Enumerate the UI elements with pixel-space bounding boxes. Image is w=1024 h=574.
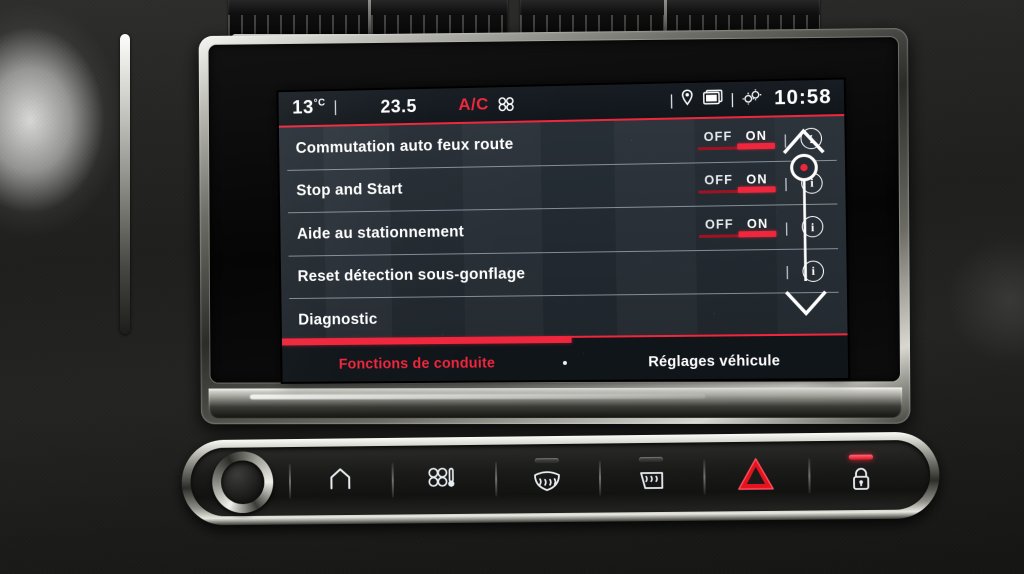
tab-progress-bar xyxy=(282,337,572,346)
tab-fonctions-de-conduite[interactable]: Fonctions de conduite xyxy=(339,355,496,374)
fan-icon[interactable] xyxy=(497,96,517,112)
tab-label-active: Fonctions de conduite xyxy=(339,356,496,373)
temperature-unit: °C xyxy=(314,98,326,109)
status-bar-left: 13°C | 23.5 A/C xyxy=(278,93,516,120)
toggle-option-off[interactable]: OFF xyxy=(702,129,735,150)
location-pin-icon[interactable] xyxy=(681,89,694,111)
toggle-switch[interactable]: OFF ON xyxy=(702,172,770,195)
hazard-button[interactable] xyxy=(703,441,809,511)
toggle-option-off[interactable]: OFF xyxy=(702,173,735,194)
outside-temperature: 13°C xyxy=(292,97,326,119)
button-separator xyxy=(495,461,497,497)
list-item-label: Commutation auto feux route xyxy=(279,136,513,158)
chevron-down-icon xyxy=(787,293,824,314)
door-lock-led xyxy=(849,455,873,460)
button-separator xyxy=(392,462,394,498)
toggle-option-on[interactable]: ON xyxy=(744,128,770,149)
set-temperature[interactable]: 23.5 xyxy=(380,96,417,118)
gears-icon[interactable] xyxy=(741,88,763,110)
status-separator-3: | xyxy=(730,91,734,108)
toggle-option-off[interactable]: OFF xyxy=(703,217,736,238)
button-separator xyxy=(703,459,705,495)
button-separator xyxy=(289,463,291,499)
hardware-button-bar xyxy=(181,432,939,526)
dash-chrome-trim-left xyxy=(120,34,130,334)
door-lock-button[interactable] xyxy=(808,440,914,511)
status-separator-2: | xyxy=(670,92,674,109)
button-separator xyxy=(599,460,601,496)
climate-button[interactable] xyxy=(391,445,495,515)
list-item-label: Reset détection sous-gonflage xyxy=(281,266,525,287)
toggle-switch[interactable]: OFF ON xyxy=(703,216,771,239)
list-item[interactable]: Reset détection sous-gonflage | i xyxy=(281,249,847,300)
button-bar-inner xyxy=(190,440,930,517)
front-defrost-led xyxy=(535,458,559,463)
status-separator-1: | xyxy=(333,99,337,117)
volume-knob[interactable] xyxy=(212,451,274,513)
home-button[interactable] xyxy=(289,446,393,516)
rear-defrost-led xyxy=(639,457,663,462)
rear-defrost-button[interactable] xyxy=(599,442,704,512)
list-item-label: Aide au stationnement xyxy=(280,223,464,244)
hazard-triangle-icon xyxy=(735,456,776,498)
home-icon xyxy=(327,466,353,495)
list-item-label: Stop and Start xyxy=(280,181,403,201)
rear-defrost-icon xyxy=(636,469,666,500)
front-defrost-button[interactable] xyxy=(495,444,600,514)
settings-list: Commutation auto feux route OFF ON | i S… xyxy=(279,116,848,339)
list-item[interactable]: Aide au stationnement OFF ON | i xyxy=(280,204,846,256)
lcd-display[interactable]: 13°C | 23.5 A/C | | 10:58 Commutation au… xyxy=(278,79,848,381)
clock: 10:58 xyxy=(774,85,832,110)
ac-label[interactable]: A/C xyxy=(458,94,489,115)
chevron-up-icon xyxy=(785,131,822,152)
toggle-option-on[interactable]: ON xyxy=(745,216,771,237)
scroll-handle-icon xyxy=(792,155,817,180)
padlock-icon xyxy=(850,467,873,498)
toggle-option-on[interactable]: ON xyxy=(744,172,770,193)
vent-divider-1 xyxy=(368,0,371,36)
button-separator xyxy=(808,458,810,494)
infotainment-screen-housing: 13°C | 23.5 A/C | | 10:58 Commutation au… xyxy=(199,28,911,424)
toggle-switch[interactable]: OFF ON xyxy=(702,128,770,152)
fan-thermometer-icon xyxy=(425,465,461,494)
front-defrost-icon xyxy=(532,470,562,501)
tab-label-inactive: Réglages véhicule xyxy=(648,353,780,370)
bottom-tab-bar: Fonctions de conduite Réglages véhicule xyxy=(282,333,848,382)
list-item-label: Diagnostic xyxy=(282,311,378,330)
tab-reglages-vehicule[interactable]: Réglages véhicule xyxy=(648,352,780,371)
tab-row: Fonctions de conduite Réglages véhicule xyxy=(282,343,848,381)
scroll-control[interactable] xyxy=(777,120,833,323)
page-dot-icon xyxy=(563,361,567,365)
status-bar-right: | | 10:58 xyxy=(669,85,844,112)
screen-chrome-chin xyxy=(209,387,903,418)
multi-window-icon[interactable] xyxy=(701,89,724,111)
